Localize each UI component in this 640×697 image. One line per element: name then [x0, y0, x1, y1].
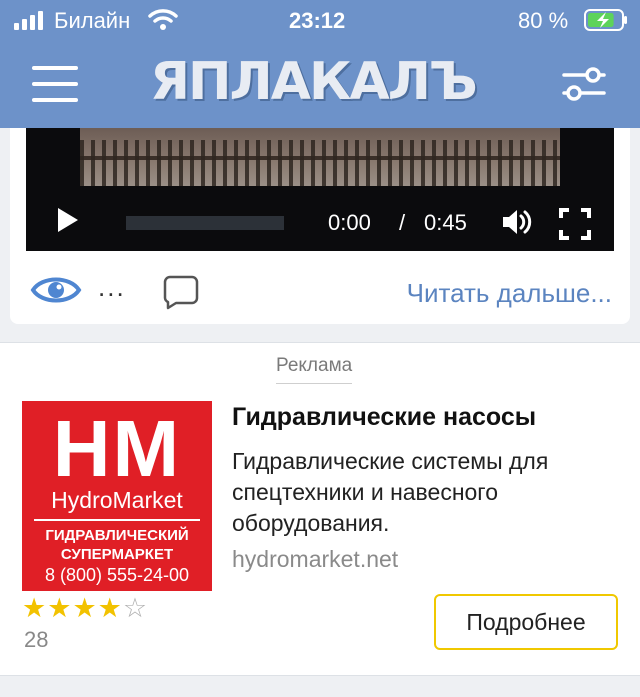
cellular-signal-icon	[14, 10, 43, 30]
ad-logo-letters: HM	[52, 404, 182, 493]
video-frame	[80, 128, 560, 186]
battery-percent: 80 %	[518, 8, 569, 33]
ad-logo-phone: 8 (800) 555-24-00	[44, 565, 190, 585]
star-empty-icon: ☆	[122, 593, 149, 623]
star-filled-icon: ★	[22, 593, 48, 623]
play-icon[interactable]	[58, 208, 78, 232]
video-duration: 0:45	[424, 210, 467, 235]
video-time-separator: /	[399, 210, 406, 235]
ad-title[interactable]: Гидравлические насосы	[232, 403, 536, 432]
views-count: ...	[98, 272, 126, 302]
wifi-icon	[148, 9, 178, 30]
ad-logo-subtitle-1: ГИДРАВЛИЧЕСКИЙ	[45, 527, 189, 544]
video-current-time: 0:00	[328, 210, 371, 235]
read-more-link[interactable]: Читать дальше...	[407, 278, 612, 309]
battery-charging-icon	[584, 9, 627, 31]
ad-description: Гидравлические системы для спецтехники и…	[232, 448, 549, 536]
navbar: ЯПЛАКАЛЪ	[0, 42, 640, 128]
video-progress-bar[interactable]	[126, 216, 284, 230]
fullscreen-icon[interactable]	[558, 207, 592, 241]
ad-block: Реклама HM HydroMarket ГИДРАВЛИЧЕСКИЙ СУ…	[0, 342, 640, 676]
star-filled-icon: ★	[72, 593, 98, 623]
star-filled-icon: ★	[97, 593, 123, 623]
details-button[interactable]: Подробнее	[434, 594, 618, 650]
eye-icon	[30, 277, 82, 303]
clock: 23:12	[289, 8, 346, 33]
post-card: 0:00 / 0:45 ... Читать дальше...	[10, 128, 630, 324]
video-controls: 0:00 / 0:45	[26, 194, 614, 251]
star-filled-icon: ★	[47, 593, 73, 623]
menu-icon[interactable]	[32, 66, 78, 102]
ad-logo-divider	[34, 519, 200, 521]
ad-domain[interactable]: hydromarket.net	[232, 546, 398, 573]
rating-stars: ★★★★☆	[22, 593, 148, 624]
app-header: Билайн 23:12 80 % ЯПЛАКАЛЪ	[0, 0, 640, 128]
site-logo[interactable]: ЯПЛАКАЛЪ	[150, 52, 490, 112]
carrier-name: Билайн	[54, 8, 131, 33]
ad-logo-subtitle-2: СУПЕРМАРКЕТ	[60, 546, 174, 563]
ad-image[interactable]: HM HydroMarket ГИДРАВЛИЧЕСКИЙ СУПЕРМАРКЕ…	[22, 401, 212, 591]
rating-count: 28	[24, 627, 49, 652]
filter-settings-icon[interactable]	[560, 62, 608, 106]
post-meta-row: ... Читать дальше...	[10, 268, 630, 312]
ad-label: Реклама	[276, 355, 353, 384]
comment-icon[interactable]	[162, 274, 200, 310]
volume-icon[interactable]	[500, 206, 532, 238]
video-player[interactable]: 0:00 / 0:45	[26, 128, 614, 251]
ad-logo-brand: HydroMarket	[51, 487, 183, 513]
status-bar: Билайн 23:12 80 %	[0, 0, 640, 42]
